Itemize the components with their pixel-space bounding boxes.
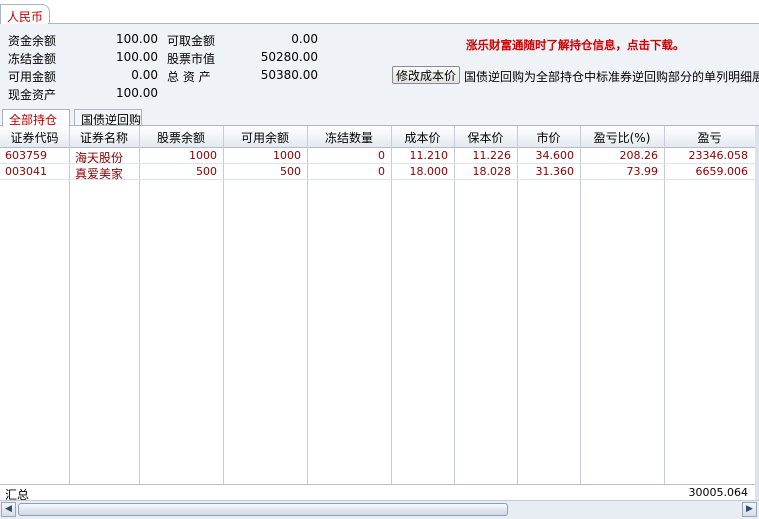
cash-assets-label: 现金资产	[8, 88, 57, 102]
withdrawable-label: 可取金额	[167, 34, 216, 48]
total-row: 汇总 30005.064	[0, 484, 755, 500]
position-tabs: 全部持仓 国债逆回购	[0, 102, 759, 127]
cell-market-price: 34.600	[535, 149, 575, 162]
table-row[interactable]: 003041 真爱美家 500 500 0 18.000 18.028 31.3…	[0, 164, 755, 181]
column-header-frozen-qty[interactable]: 冻结数量	[307, 129, 391, 146]
total-assets-value: 50380.00	[260, 68, 318, 82]
cell-breakeven-price: 11.226	[472, 149, 512, 162]
fund-balance-label: 资金余额	[8, 34, 57, 48]
scroll-left-icon[interactable]: ◀	[1, 502, 16, 517]
cell-frozen-qty: 0	[378, 165, 385, 178]
column-header-available-balance[interactable]: 可用余额	[223, 129, 307, 146]
total-pnl: 30005.064	[688, 486, 749, 499]
download-notice-link[interactable]: 涨乐财富通随时了解持仓信息，点击下载。	[466, 37, 685, 53]
tab-all-positions[interactable]: 全部持仓	[2, 109, 70, 127]
column-header-name[interactable]: 证券名称	[69, 129, 139, 146]
frozen-amount-value: 100.00	[116, 50, 158, 64]
table-row[interactable]: 603759 海天股份 1000 1000 0 11.210 11.226 34…	[0, 148, 755, 165]
column-header-pnl[interactable]: 盈亏	[664, 129, 755, 146]
cell-frozen-qty: 0	[378, 149, 385, 162]
column-header-market-price[interactable]: 市价	[517, 129, 580, 146]
tab-all-positions-label: 全部持仓	[9, 113, 58, 127]
column-header-code[interactable]: 证券代码	[0, 129, 69, 146]
stock-value-label: 股票市值	[167, 52, 216, 66]
vertical-scroll-track[interactable]	[755, 126, 759, 500]
cell-available-balance: 1000	[273, 149, 301, 162]
repo-note: 国债逆回购为全部持仓中标准券逆回购部分的单列明细展示	[464, 70, 759, 84]
cell-code: 603759	[5, 149, 47, 162]
cell-available-balance: 500	[280, 165, 301, 178]
scroll-right-icon[interactable]: ▶	[742, 502, 757, 517]
column-header-breakeven-price[interactable]: 保本价	[454, 129, 517, 146]
cell-name: 真爱美家	[75, 167, 124, 181]
cell-market-price: 31.360	[535, 165, 575, 178]
cell-stock-balance: 1000	[189, 149, 217, 162]
scrollbar-thumb[interactable]	[18, 503, 508, 516]
available-amount-value: 0.00	[131, 68, 158, 82]
horizontal-scrollbar[interactable]: ◀ ▶	[0, 500, 759, 519]
cell-cost-price: 18.000	[409, 165, 449, 178]
frozen-amount-label: 冻结金额	[8, 52, 57, 66]
edit-cost-button[interactable]: 修改成本价	[392, 66, 460, 84]
total-label: 汇总	[5, 488, 30, 500]
stock-value-value: 50280.00	[260, 50, 318, 64]
total-assets-label: 总 资 产	[167, 70, 211, 84]
account-summary: 资金余额 100.00 冻结金额 100.00 可用金额 0.00 现金资产 1…	[0, 24, 759, 102]
positions-table: 证券代码 证券名称 股票余额 可用余额 冻结数量 成本价 保本价 市价 盈亏比(…	[0, 126, 755, 500]
cell-pnl-ratio: 208.26	[619, 149, 659, 162]
column-header-stock-balance[interactable]: 股票余额	[139, 129, 223, 146]
cell-stock-balance: 500	[196, 165, 217, 178]
cell-code: 003041	[5, 165, 47, 178]
cell-cost-price: 11.210	[409, 149, 449, 162]
table-header: 证券代码 证券名称 股票余额 可用余额 冻结数量 成本价 保本价 市价 盈亏比(…	[0, 126, 755, 148]
column-header-pnl-ratio[interactable]: 盈亏比(%)	[580, 129, 664, 146]
cash-assets-value: 100.00	[116, 86, 158, 100]
currency-tab-strip: 人民币	[0, 0, 759, 25]
tab-rmb-label: 人民币	[7, 10, 44, 24]
tab-rmb[interactable]: 人民币	[0, 4, 50, 25]
cell-pnl: 23346.058	[688, 149, 749, 162]
column-header-cost-price[interactable]: 成本价	[391, 129, 454, 146]
fund-balance-value: 100.00	[116, 32, 158, 46]
cell-pnl: 6659.006	[695, 165, 749, 178]
cell-pnl-ratio: 73.99	[626, 165, 659, 178]
available-amount-label: 可用金额	[8, 70, 57, 84]
withdrawable-value: 0.00	[291, 32, 318, 46]
cell-breakeven-price: 18.028	[472, 165, 512, 178]
